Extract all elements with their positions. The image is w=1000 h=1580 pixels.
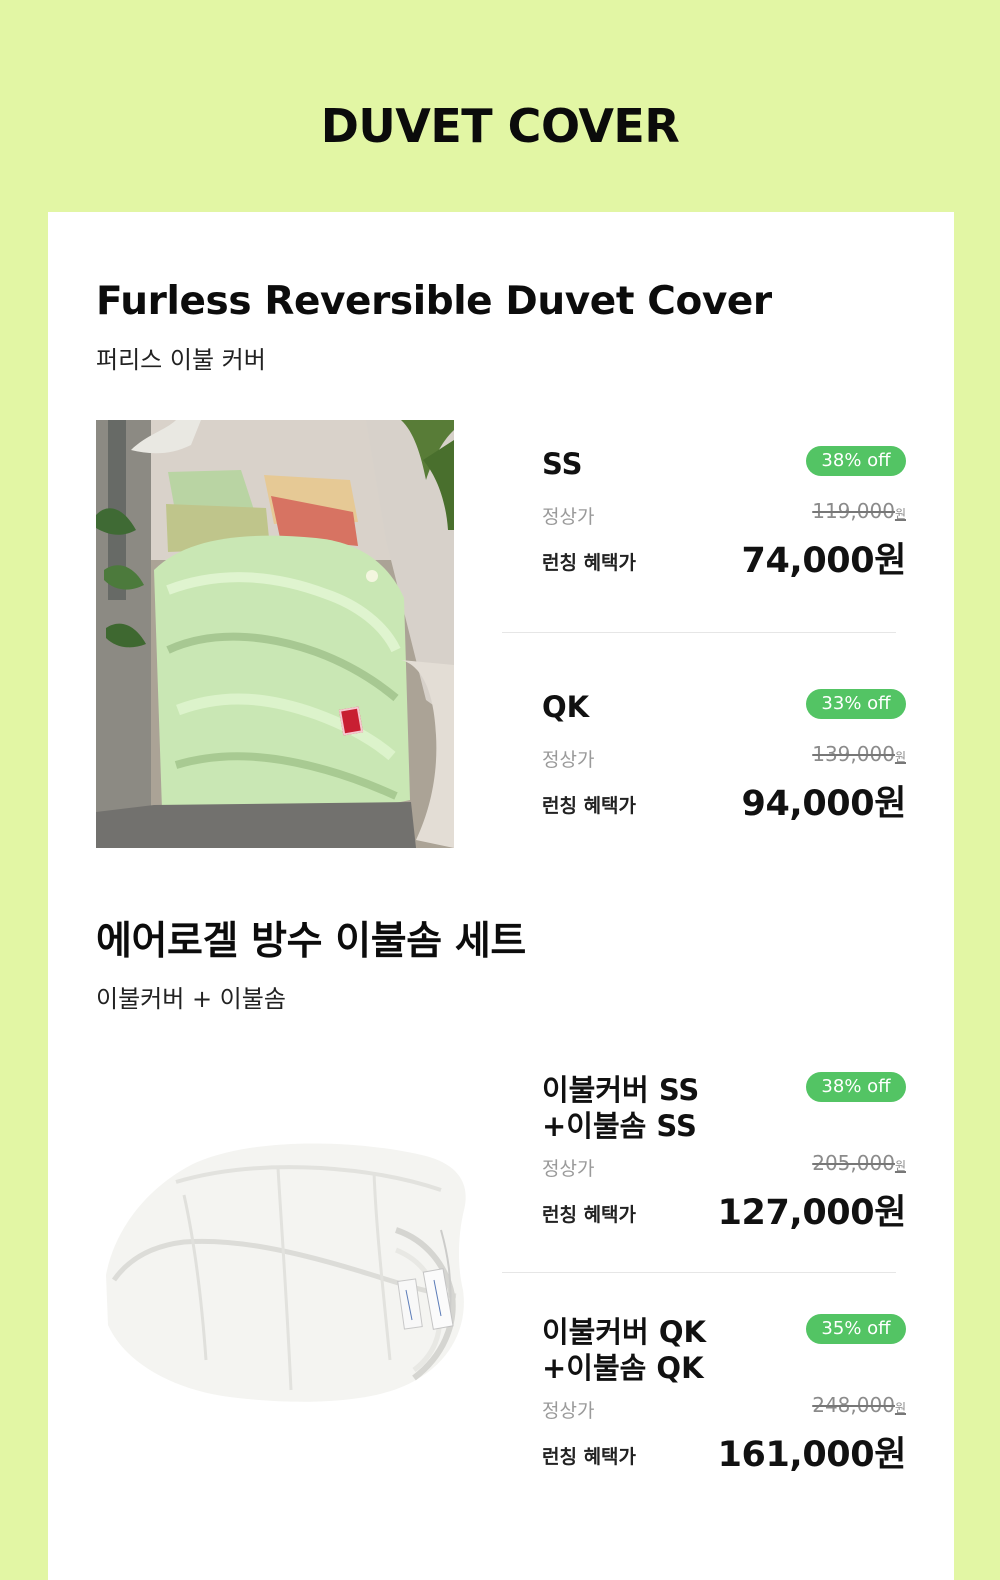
launch-benefit-label: 런칭 혜택가 [542, 1446, 637, 1468]
option-name-line1: QK [542, 690, 590, 724]
option-name-line2: +이불솜 SS [542, 1109, 697, 1143]
section-title-furless: Furless Reversible Duvet Cover [96, 279, 772, 324]
option-name: SS [542, 446, 582, 482]
regular-price-value: 248,000 [812, 1393, 895, 1417]
regular-price-value: 119,000 [812, 499, 895, 523]
option-name-line1: 이불커버 QK [542, 1315, 706, 1349]
option-divider [502, 632, 896, 633]
section-subtitle-aerogel: 이불커버 + 이불솜 [96, 985, 286, 1013]
section-title-aerogel: 에어로겔 방수 이불솜 세트 [96, 919, 526, 964]
option-divider [502, 1272, 896, 1273]
option-qk[interactable]: QK 33% off 정상가 139,000원 런칭 혜택가 94,000원 [542, 689, 906, 859]
section-subtitle-furless: 퍼리스 이불 커버 [96, 346, 266, 374]
option-cover-ss-quilt-ss[interactable]: 이불커버 SS +이불솜 SS 38% off 정상가 205,000원 런칭 … [542, 1072, 906, 1247]
regular-price: 119,000원 [812, 498, 906, 527]
regular-price-unit: 원 [894, 1159, 906, 1173]
regular-price-value: 205,000 [812, 1151, 895, 1175]
white-comforter-photo [96, 1120, 476, 1420]
discount-badge: 35% off [806, 1314, 906, 1344]
sale-price: 94,000원 [741, 784, 907, 824]
sale-price: 161,000원 [717, 1435, 907, 1475]
bed-image-illustration [96, 420, 454, 848]
option-name: 이불커버 SS +이불솜 SS [542, 1072, 699, 1144]
regular-price: 139,000원 [812, 741, 906, 770]
product-card: Furless Reversible Duvet Cover 퍼리스 이불 커버 [48, 212, 954, 1580]
discount-badge: 38% off [806, 1072, 906, 1102]
comforter-image-illustration [96, 1120, 476, 1420]
option-name: 이불커버 QK +이불솜 QK [542, 1314, 706, 1386]
sale-price: 74,000원 [741, 541, 907, 581]
discount-badge: 38% off [806, 446, 906, 476]
launch-benefit-label: 런칭 혜택가 [542, 1204, 637, 1226]
option-name-line1: SS [542, 447, 583, 481]
regular-price: 248,000원 [812, 1392, 906, 1421]
regular-price-label: 정상가 [542, 749, 595, 771]
regular-price-label: 정상가 [542, 506, 595, 528]
option-name: QK [542, 689, 589, 725]
page-title: DUVET COVER [320, 99, 680, 153]
regular-price-unit: 원 [894, 507, 906, 521]
option-cover-qk-quilt-qk[interactable]: 이불커버 QK +이불솜 QK 35% off 정상가 248,000원 런칭 … [542, 1314, 906, 1489]
regular-price-unit: 원 [894, 750, 906, 764]
option-name-line2: +이불솜 QK [542, 1351, 704, 1385]
sale-price: 127,000원 [717, 1193, 907, 1233]
regular-price-label: 정상가 [542, 1400, 595, 1422]
launch-benefit-label: 런칭 혜택가 [542, 795, 637, 817]
regular-price-label: 정상가 [542, 1158, 595, 1180]
green-duvet-bed-photo [96, 420, 454, 848]
discount-badge: 33% off [806, 689, 906, 719]
regular-price-unit: 원 [894, 1401, 906, 1415]
launch-benefit-label: 런칭 혜택가 [542, 552, 637, 574]
option-ss[interactable]: SS 38% off 정상가 119,000원 런칭 혜택가 74,000원 [542, 446, 906, 616]
regular-price-value: 139,000 [812, 742, 895, 766]
regular-price: 205,000원 [812, 1150, 906, 1179]
duvet-label-tag [338, 706, 364, 736]
option-name-line1: 이불커버 SS [542, 1073, 700, 1107]
